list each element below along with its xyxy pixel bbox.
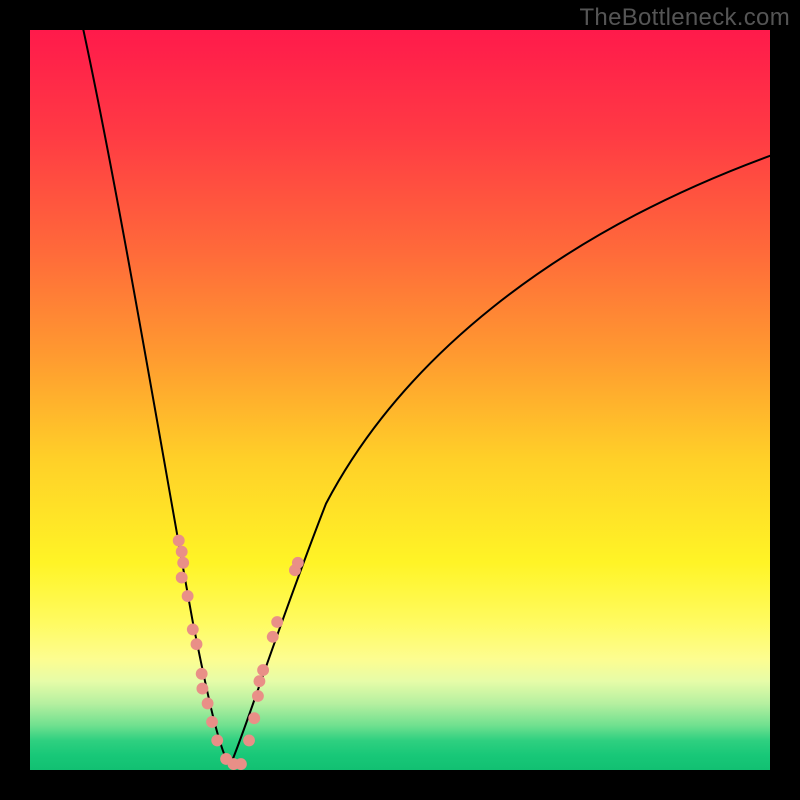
plot-area: [30, 30, 770, 770]
marker-right-4: [257, 664, 269, 676]
marker-left-10: [206, 716, 218, 728]
marker-right-6: [271, 616, 283, 628]
right-curve: [230, 156, 770, 767]
marker-left-6: [191, 638, 203, 650]
marker-left-11: [211, 734, 223, 746]
marker-left-14: [235, 758, 247, 770]
marker-layer: [173, 535, 304, 770]
curve-layer: [30, 30, 770, 770]
marker-right-3: [253, 675, 265, 687]
marker-right-2: [252, 690, 264, 702]
marker-left-2: [177, 557, 189, 569]
left-curve: [82, 30, 230, 766]
chart-frame: TheBottleneck.com: [0, 0, 800, 800]
marker-left-7: [196, 668, 208, 680]
marker-left-5: [187, 623, 199, 635]
marker-right-8: [292, 557, 304, 569]
marker-right-0: [243, 734, 255, 746]
marker-left-1: [176, 546, 188, 558]
marker-right-5: [267, 631, 279, 643]
watermark-text: TheBottleneck.com: [579, 4, 790, 32]
marker-right-1: [248, 712, 260, 724]
marker-left-0: [173, 535, 185, 547]
marker-left-8: [197, 683, 209, 695]
marker-left-9: [202, 697, 214, 709]
marker-left-3: [176, 572, 188, 584]
marker-left-4: [182, 590, 194, 602]
